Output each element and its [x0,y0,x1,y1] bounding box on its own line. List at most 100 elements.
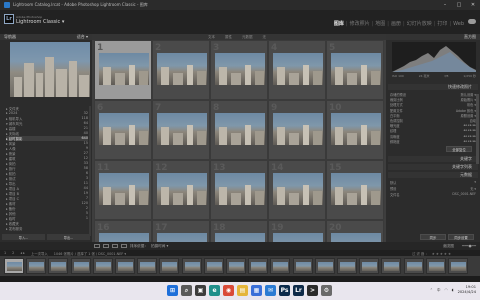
edge-icon[interactable]: e [209,285,220,296]
filmstrip-thumbnail[interactable] [159,258,180,274]
photo-thumbnail[interactable] [99,113,149,145]
grid-cell[interactable]: 10 [326,100,384,160]
filmstrip-thumbnail[interactable] [48,258,69,274]
filmstrip-thumbnail[interactable] [137,258,158,274]
rating-stars[interactable]: ★★★★★ [432,252,452,256]
quick-develop-row[interactable]: 鲜艳度 ◂◂ ◂ ▸ ▸▸ [390,139,476,144]
metadata-header[interactable]: 元数据 [388,172,478,178]
export-button[interactable]: 导出... [47,234,90,240]
navigator-preview[interactable] [10,42,90,97]
photo-thumbnail[interactable] [215,233,265,242]
photo-thumbnail[interactable] [273,233,323,242]
import-button[interactable]: 导入... [2,234,45,240]
filmstrip-thumbnail[interactable] [359,258,380,274]
grid-cell[interactable]: 8 [210,100,268,160]
grid-cell[interactable]: 19 [268,220,326,242]
photo-thumbnail[interactable] [273,113,323,145]
quick-develop-header[interactable]: 快速修改照片 [388,84,478,90]
page-1-button[interactable]: 1 [4,251,6,255]
module-tab-2[interactable]: 地图 [373,20,387,27]
filmstrip-thumbnail[interactable] [4,258,24,274]
filter-item[interactable]: 元数据 [242,35,253,40]
module-tab-1[interactable]: 修改照片 [348,20,372,27]
filter-item[interactable]: 无 [263,35,267,40]
navigator-header[interactable]: 导航器 适合 ▾ [0,34,92,40]
grid-cell[interactable]: 3 [210,40,268,100]
filmstrip-thumbnail[interactable] [403,258,424,274]
folder-item[interactable]: ▸ 发布服务 [6,226,88,231]
settings-icon[interactable]: ⚙ [321,285,332,296]
photo-thumbnail[interactable] [215,173,265,205]
clock[interactable]: 19:01 2024/4/24 [458,285,476,295]
photo-thumbnail[interactable] [273,173,323,205]
explorer-icon[interactable]: ▤ [237,285,248,296]
photoshop-icon[interactable]: Ps [279,285,290,296]
photo-thumbnail[interactable] [331,173,381,205]
filter-item[interactable]: 文本 [208,35,215,40]
store-icon[interactable]: ▦ [251,285,262,296]
photo-thumbnail[interactable] [157,113,207,145]
grid-cell[interactable]: 11 [94,160,152,220]
windows-start-icon[interactable]: ⊞ [167,285,178,296]
grid-cell[interactable]: 17 [152,220,210,242]
module-tab-6[interactable]: Web [451,21,466,27]
left-panel-scrollbar[interactable] [89,106,91,236]
filmstrip-thumbnail[interactable] [92,258,113,274]
grid-cell[interactable]: 15 [326,160,384,220]
navigator-fit-options[interactable]: 适合 ▾ [77,34,88,40]
filter-item[interactable]: 属性 [225,35,232,40]
filmstrip-thumbnail[interactable] [270,258,291,274]
filmstrip-info[interactable]: 1046 张照片 / 选择了 1 张 / DSC_0001.NEF ▾ [54,251,126,256]
grid-cell[interactable]: 12 [152,160,210,220]
lightroom-icon[interactable]: Lr [293,285,304,296]
sync-button[interactable]: 同步 [420,234,446,240]
brand-product[interactable]: Lightroom Classic ▾ [16,19,64,25]
grid-cell[interactable]: 4 [268,40,326,100]
module-tab-5[interactable]: 打印 [435,20,449,27]
quick-develop-value[interactable]: ◂◂ ◂ ▸ ▸▸ [463,139,476,144]
filmstrip-thumbnail[interactable] [448,258,468,274]
survey-view-icon[interactable] [121,244,127,248]
filmstrip-thumbnail[interactable] [181,258,202,274]
photo-thumbnail[interactable] [157,233,207,242]
terminal-icon[interactable]: > [307,285,318,296]
photo-thumbnail[interactable] [99,53,149,85]
compare-view-icon[interactable] [112,244,118,248]
keyword-list-header[interactable]: 关键字列表 [388,164,478,170]
cloud-sync-icon[interactable] [468,19,476,24]
photo-thumbnail[interactable] [215,53,265,85]
chevron-up-icon[interactable]: ⌃ [430,288,433,292]
thumbnail-size-slider[interactable]: ━━━●━━ [462,244,476,249]
filmstrip-thumbnail[interactable] [70,258,91,274]
photo-thumbnail[interactable] [331,233,381,242]
filmstrip-thumbnail[interactable] [248,258,269,274]
photo-thumbnail[interactable] [99,233,149,242]
rating-filter[interactable]: 过滤器： ★★★★★ [412,251,452,256]
mail-icon[interactable]: ✉ [265,285,276,296]
filmstrip-thumbnail[interactable] [381,258,402,274]
grid-cell[interactable]: 9 [268,100,326,160]
grid-cell[interactable]: 13 [210,160,268,220]
filmstrip-thumbnail[interactable] [203,258,224,274]
close-button[interactable]: ✕ [466,0,480,10]
photo-thumbnail[interactable] [215,113,265,145]
photo-thumbnail[interactable] [273,53,323,85]
back-arrow-icon[interactable]: ◂ ▸ [20,251,24,255]
photo-thumbnail[interactable] [99,173,149,205]
sort-dropdown[interactable]: 拍摄时间 ▾ [151,244,168,249]
metadata-row[interactable]: 默认 ▾ [390,180,476,185]
photo-thumbnail[interactable] [157,53,207,85]
filmstrip-thumbnail[interactable] [115,258,135,274]
grid-cell[interactable]: 14 [268,160,326,220]
wifi-icon[interactable]: ◠ [445,288,448,292]
loupe-view-icon[interactable] [103,244,109,248]
grid-cell[interactable]: 18 [210,220,268,242]
histogram-header[interactable]: 直方图 [386,34,480,40]
photo-thumbnail[interactable] [331,113,381,145]
filmstrip-thumbnail[interactable] [292,258,313,274]
metadata-value[interactable]: 无 ▾ [470,186,476,191]
grid-cell[interactable]: 1 [94,40,152,100]
filmstrip-thumbnail[interactable] [425,258,446,274]
right-panel-scrollbar[interactable] [476,94,479,164]
task-view-icon[interactable]: ▣ [195,285,206,296]
